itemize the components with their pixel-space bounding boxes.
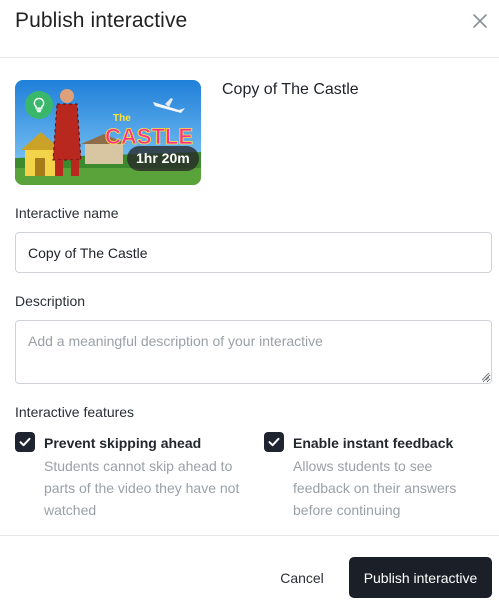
- instant-feedback-title: Enable instant feedback: [293, 435, 454, 451]
- lightbulb-icon: [25, 91, 53, 119]
- dialog-title: Publish interactive: [15, 9, 188, 32]
- prevent-skipping-description: Students cannot skip ahead to parts of t…: [44, 458, 240, 518]
- checkmark-icon: [268, 437, 280, 447]
- instant-feedback-description: Allows students to see feedback on their…: [293, 458, 457, 518]
- instant-feedback-checkbox[interactable]: [264, 432, 284, 452]
- description-textarea[interactable]: [15, 320, 492, 384]
- dialog-header: Publish interactive: [0, 0, 499, 58]
- duration-badge: 1hr 20m: [127, 146, 199, 171]
- publish-interactive-button[interactable]: Publish interactive: [349, 557, 492, 598]
- description-label: Description: [15, 293, 86, 309]
- interactive-features-label: Interactive features: [15, 404, 135, 420]
- thumbnail-text-the: The: [113, 113, 131, 124]
- prevent-skipping-title: Prevent skipping ahead: [44, 435, 202, 451]
- footer-divider: [0, 535, 499, 536]
- video-title: Copy of The Castle: [222, 81, 359, 98]
- prevent-skipping-checkbox[interactable]: [15, 432, 35, 452]
- checkmark-icon: [19, 437, 31, 447]
- close-icon[interactable]: [470, 11, 490, 31]
- cancel-button[interactable]: Cancel: [269, 567, 335, 589]
- interactive-name-label: Interactive name: [15, 205, 119, 221]
- interactive-name-input[interactable]: [15, 232, 492, 273]
- video-thumbnail: The CASTLE 1hr 20m: [15, 80, 201, 185]
